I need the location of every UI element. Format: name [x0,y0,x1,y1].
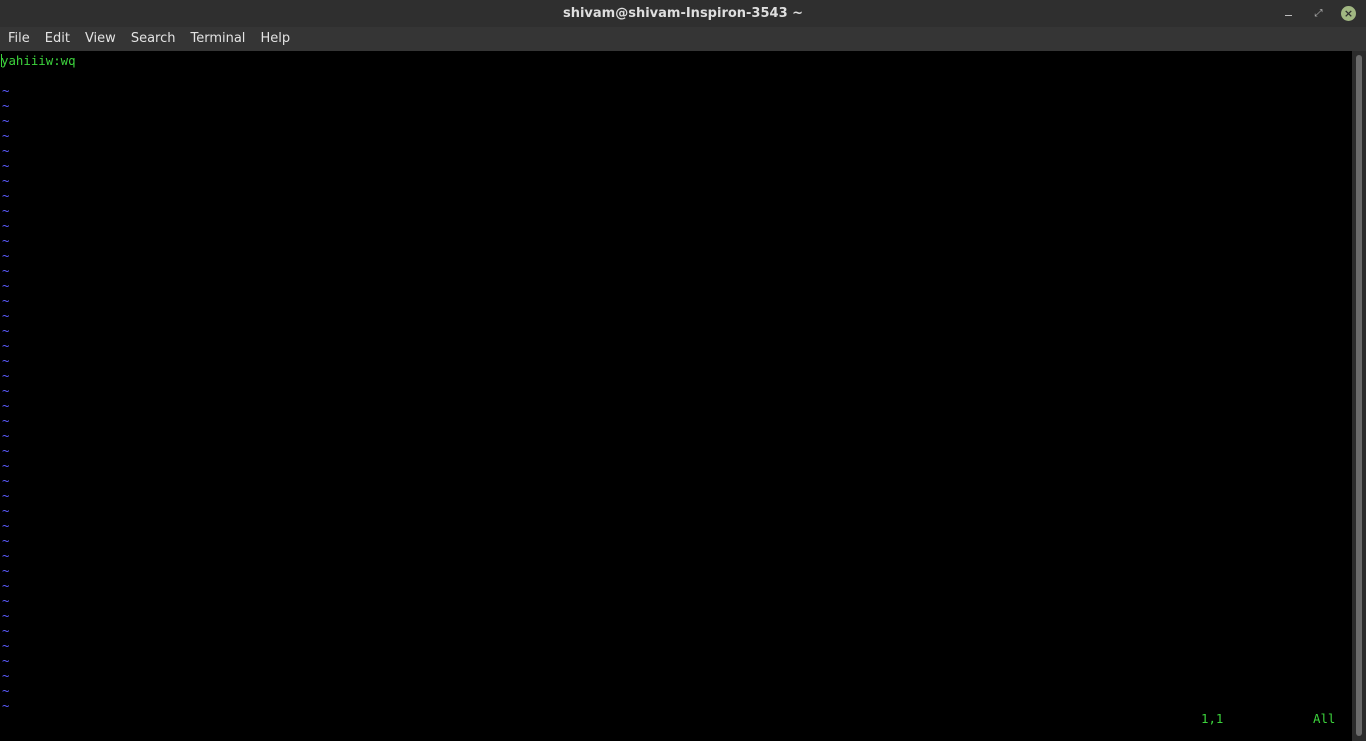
menu-edit[interactable]: Edit [38,27,77,51]
maximize-icon: ⤢ [1314,7,1323,19]
close-icon: × [1341,6,1356,21]
empty-line-marker: ~ [2,458,10,473]
terminal-window: shivam@shivam-Inspiron-3543 ~ ⤢ × File E… [0,0,1366,741]
title-bar[interactable]: shivam@shivam-Inspiron-3543 ~ ⤢ × [0,0,1366,27]
empty-line-marker: ~ [2,578,10,593]
empty-line-marker: ~ [2,398,10,413]
empty-line-marker: ~ [2,533,10,548]
empty-line-marker: ~ [2,638,10,653]
empty-line-marker: ~ [2,383,10,398]
empty-line-marker: ~ [2,608,10,623]
empty-line-marker: ~ [2,158,10,173]
empty-line-marker: ~ [2,518,10,533]
empty-line-marker: ~ [2,683,10,698]
minimize-icon [1285,15,1292,16]
empty-line-marker: ~ [2,248,10,263]
menu-help[interactable]: Help [253,27,297,51]
menu-view[interactable]: View [78,27,123,51]
minimize-button[interactable] [1280,5,1297,22]
scroll-position: All [1313,711,1336,726]
empty-line-marker: ~ [2,593,10,608]
empty-line-marker: ~ [2,353,10,368]
cursor-position: 1,1 [1201,711,1224,726]
buffer-line: yahiiiw:wq [1,53,76,68]
empty-line-marker: ~ [2,293,10,308]
menu-bar: File Edit View Search Terminal Help [0,27,1366,51]
menu-file[interactable]: File [1,27,37,51]
empty-line-marker: ~ [2,278,10,293]
empty-line-marker: ~ [2,98,10,113]
scrollbar-thumb[interactable] [1356,55,1362,736]
empty-line-marker: ~ [2,173,10,188]
empty-line-marker: ~ [2,473,10,488]
empty-line-marker: ~ [2,203,10,218]
empty-line-marker: ~ [2,308,10,323]
empty-line-marker: ~ [2,368,10,383]
empty-line-marker: ~ [2,548,10,563]
empty-line-marker: ~ [2,653,10,668]
close-button[interactable]: × [1340,5,1357,22]
empty-line-marker: ~ [2,563,10,578]
empty-line-marker: ~ [2,323,10,338]
empty-line-marker: ~ [2,113,10,128]
terminal-area[interactable]: yahiiiw:wq ~ ~ ~ ~ ~ ~ ~ ~ ~ ~ ~ ~ ~ ~ ~ ~ ~ ~ ~ ~ ~ ~ ~ ~ ~ ~ ~ ~ ~… [0,51,1352,741]
maximize-button[interactable]: ⤢ [1310,5,1327,22]
menu-search[interactable]: Search [124,27,183,51]
empty-line-marker: ~ [2,218,10,233]
window-title: shivam@shivam-Inspiron-3543 ~ [562,6,804,21]
scrollbar[interactable] [1352,51,1366,741]
empty-line-marker: ~ [2,143,10,158]
empty-line-marker: ~ [2,428,10,443]
empty-line-marker: ~ [2,188,10,203]
empty-line-marker: ~ [2,413,10,428]
empty-line-markers: ~ ~ ~ ~ ~ ~ ~ ~ ~ ~ ~ ~ ~ ~ ~ ~ ~ ~ ~ ~ ~ ~ ~ ~ ~ ~ ~ ~ ~ ~ ~ ~ ~ ~ ~ ~ ~ ~ ~ ~… [2,83,9,713]
empty-line-marker: ~ [2,128,10,143]
empty-line-marker: ~ [2,443,10,458]
empty-line-marker: ~ [2,338,10,353]
buffer-text: yahiiiw:wq [1,53,76,68]
empty-line-marker: ~ [2,623,10,638]
empty-line-marker: ~ [2,233,10,248]
empty-line-marker: ~ [2,503,10,518]
empty-line-marker: ~ [2,83,10,98]
empty-line-marker: ~ [2,488,10,503]
empty-line-marker: ~ [2,263,10,278]
empty-line-marker: ~ [2,668,10,683]
menu-terminal[interactable]: Terminal [183,27,252,51]
empty-line-marker: ~ [2,698,10,713]
